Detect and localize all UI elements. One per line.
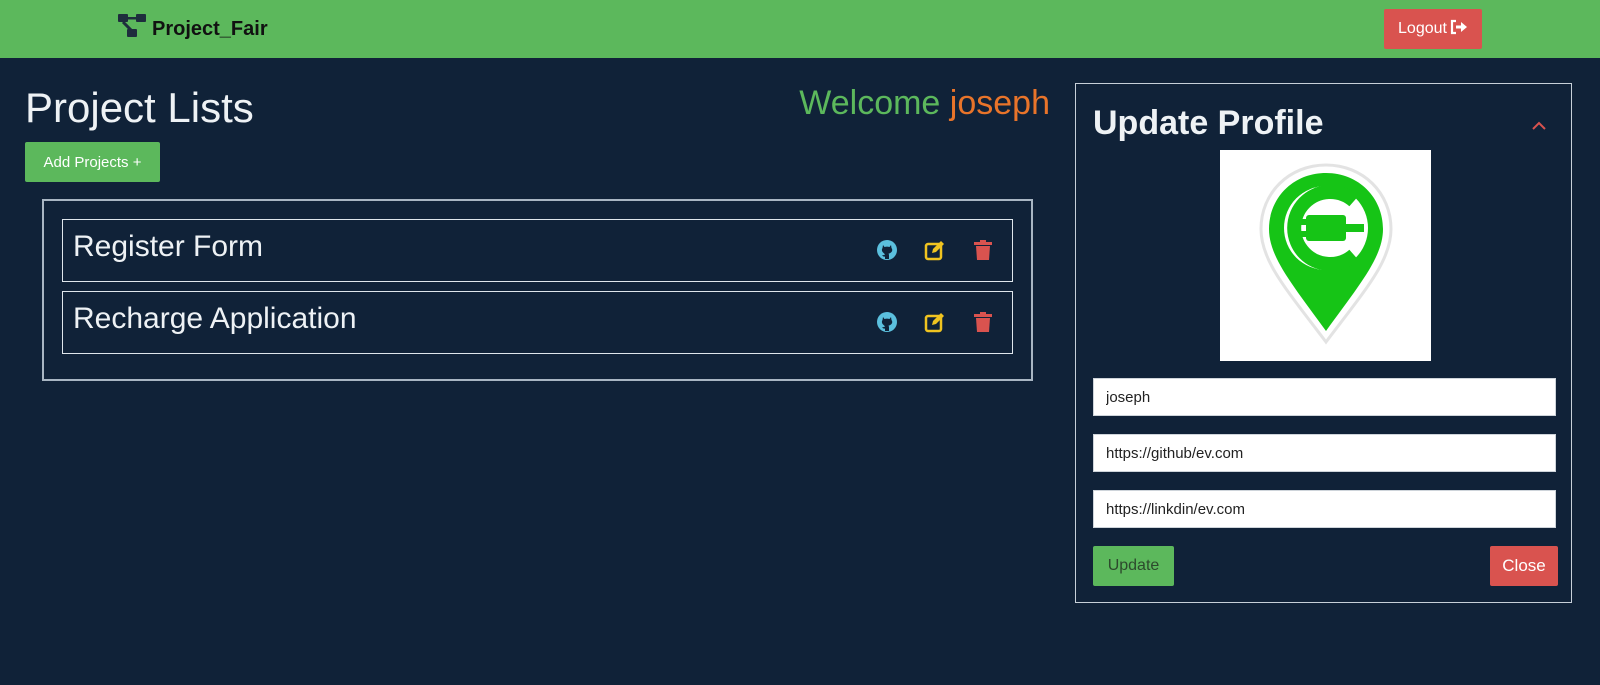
logout-label: Logout xyxy=(1398,20,1447,37)
github-icon[interactable] xyxy=(875,310,899,334)
project-diagram-icon xyxy=(117,13,147,45)
github-icon[interactable] xyxy=(875,238,899,262)
project-name: Register Form xyxy=(73,230,264,263)
trash-icon[interactable] xyxy=(971,310,995,334)
project-list: Register Form Recharge Application xyxy=(42,199,1033,381)
linkedin-url-field[interactable] xyxy=(1093,490,1556,528)
navbar: Project_Fair Logout xyxy=(0,0,1600,58)
brand-name: Project_Fair xyxy=(152,17,268,40)
page-title: Project Lists xyxy=(25,84,254,131)
project-actions xyxy=(875,310,995,334)
welcome-prefix: Welcome xyxy=(799,84,941,122)
username-field[interactable] xyxy=(1093,378,1556,416)
chevron-up-icon[interactable] xyxy=(1527,114,1551,138)
update-profile-panel: Update Profile Update Close xyxy=(1075,83,1572,603)
project-card: Recharge Application xyxy=(62,291,1013,354)
project-actions xyxy=(875,238,995,262)
project-card: Register Form xyxy=(62,219,1013,282)
ev-charging-location-pin-icon xyxy=(1256,161,1396,351)
close-button[interactable]: Close xyxy=(1490,546,1558,586)
welcome-username: joseph xyxy=(949,84,1050,122)
edit-icon[interactable] xyxy=(923,310,947,334)
welcome-message: Welcome joseph xyxy=(799,84,1050,123)
update-button[interactable]: Update xyxy=(1093,546,1174,586)
profile-title: Update Profile xyxy=(1093,104,1324,142)
sign-out-icon xyxy=(1450,19,1468,40)
add-projects-button[interactable]: Add Projects + xyxy=(25,142,160,182)
profile-avatar[interactable] xyxy=(1220,150,1431,361)
brand[interactable]: Project_Fair xyxy=(117,14,268,44)
trash-icon[interactable] xyxy=(971,238,995,262)
logout-button[interactable]: Logout xyxy=(1384,9,1482,49)
github-url-field[interactable] xyxy=(1093,434,1556,472)
project-name: Recharge Application xyxy=(73,302,357,335)
edit-icon[interactable] xyxy=(923,238,947,262)
